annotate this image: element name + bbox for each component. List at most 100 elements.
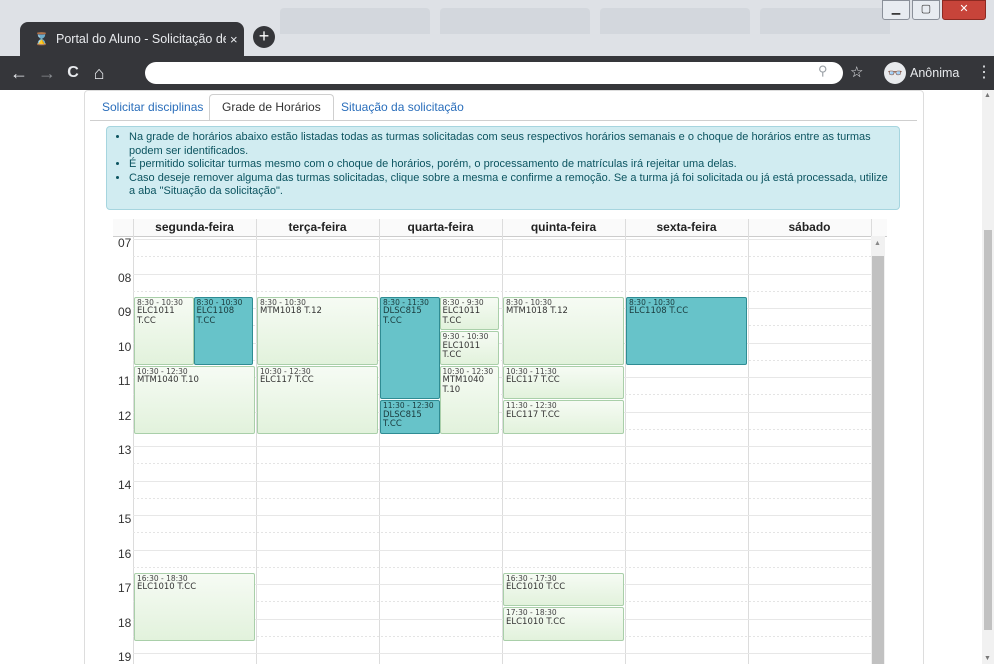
half-hour-line: [133, 290, 871, 292]
event-course: DLSC815 T.CC: [383, 306, 422, 326]
incognito-label[interactable]: Anônima: [910, 66, 959, 80]
schedule-event[interactable]: 11:30 - 12:30 ELC117 T.CC: [503, 400, 624, 434]
half-hour-line: [133, 256, 871, 258]
minimize-button[interactable]: ▁: [882, 0, 910, 20]
hour-label: 11: [118, 374, 131, 388]
event-course: ELC1108 T.CC: [196, 306, 235, 326]
half-hour-line: [133, 497, 871, 499]
half-hour-line: [133, 463, 871, 465]
schedule-event[interactable]: 10:30 - 12:30 MTM1040 T.10: [439, 365, 499, 434]
schedule-event[interactable]: 10:30 - 11:30 ELC117 T.CC: [503, 365, 624, 400]
hour-label: 14: [118, 477, 132, 492]
hour-line: [133, 653, 871, 654]
hour-label: 09: [118, 305, 132, 319]
grid-column-divider: [379, 219, 380, 664]
schedule-event[interactable]: 8:30 - 9:30 ELC1011 T.CC: [439, 296, 499, 331]
hour-label: 10: [118, 339, 132, 354]
event-course: ELC117 T.CC: [506, 375, 560, 386]
close-tab-icon[interactable]: ×: [230, 32, 238, 47]
hour-label: 16: [118, 546, 132, 561]
hour-label: 08: [118, 270, 132, 285]
schedule-event[interactable]: 8:30 - 10:30 ELC1108 T.CC: [193, 296, 253, 365]
background-tab[interactable]: [280, 8, 430, 34]
scroll-down-icon[interactable]: ▼: [984, 655, 991, 662]
schedule-event[interactable]: 17:30 - 18:30 ELC1010 T.CC: [503, 607, 624, 641]
schedule-event[interactable]: 8:30 - 10:30 MTM1018 T.12: [503, 296, 624, 365]
schedule-event[interactable]: 8:30 - 11:30 DLSC815 T.CC: [380, 296, 440, 400]
info-item: Na grade de horários abaixo estão listad…: [129, 131, 889, 158]
home-icon[interactable]: ⌂: [88, 62, 110, 84]
grid-scrollbar[interactable]: ▲: [871, 236, 885, 664]
reload-icon[interactable]: C: [62, 62, 84, 84]
hour-label: 18: [118, 615, 132, 630]
back-arrow-icon[interactable]: ←: [8, 62, 30, 84]
forward-arrow-icon[interactable]: →: [36, 62, 58, 84]
event-course: ELC1011 T.CC: [442, 306, 481, 326]
hour-label: 13: [118, 443, 132, 457]
schedule-event[interactable]: 8:30 - 10:30 MTM1018 T.12: [257, 296, 378, 365]
half-hour-line: [133, 532, 871, 534]
hour-label: 12: [118, 408, 132, 423]
maximize-button[interactable]: ▢: [912, 0, 940, 20]
bookmark-star-icon[interactable]: ☆: [850, 63, 863, 81]
schedule-event[interactable]: 9:30 - 10:30 ELC1011 T.CC: [439, 331, 499, 365]
day-header: sexta-feira: [656, 220, 717, 234]
tab-divider: [90, 120, 917, 121]
search-icon[interactable]: ⚲: [818, 63, 828, 79]
schedule-event[interactable]: 11:30 - 12:30 DLSC815 T.CC: [380, 400, 440, 434]
new-tab-button[interactable]: +: [253, 26, 275, 48]
schedule-event[interactable]: 10:30 - 12:30 MTM1040 T.10: [134, 365, 255, 434]
event-course: DLSC815 T.CC: [383, 409, 422, 430]
close-window-button[interactable]: ✕: [942, 0, 986, 20]
scrollbar-thumb[interactable]: [872, 256, 884, 664]
scrollbar-thumb[interactable]: [984, 230, 992, 630]
event-course: MTM1040 T.10: [137, 375, 199, 386]
scroll-up-icon[interactable]: ▲: [984, 92, 991, 99]
event-course: ELC1108 T.CC: [629, 306, 689, 317]
event-course: ELC1010 T.CC: [506, 616, 566, 627]
browser-menu-icon[interactable]: ⋮: [976, 62, 992, 82]
hour-line: [133, 549, 871, 551]
tab-solicitar-disciplinas[interactable]: Solicitar disciplinas: [102, 95, 203, 120]
day-header: segunda-feira: [155, 220, 234, 234]
event-course: ELC1011 T.CC: [442, 340, 481, 361]
tab-title: Portal do Aluno - Solicitação de: [56, 32, 226, 46]
day-header: quinta-feira: [530, 220, 597, 234]
background-tab[interactable]: [440, 8, 590, 34]
hour-label: 15: [118, 512, 132, 526]
day-header: terça-feira: [288, 220, 347, 234]
schedule-event[interactable]: 16:30 - 18:30 ELC1010 T.CC: [134, 572, 255, 641]
schedule-event[interactable]: 16:30 - 17:30 ELC1010 T.CC: [503, 572, 624, 607]
window-controls: ▁ ▢ ✕: [882, 0, 986, 20]
hour-label: 17: [118, 581, 132, 595]
event-course: ELC117 T.CC: [260, 375, 314, 386]
browser-tab-strip: ⌛ Portal do Aluno - Solicitação de × + ▁…: [0, 0, 994, 56]
scroll-up-icon[interactable]: ▲: [874, 240, 881, 247]
hour-line: [133, 273, 871, 275]
half-hour-line: [133, 566, 871, 568]
grid-column-divider: [625, 219, 626, 664]
page-scrollbar[interactable]: ▲ ▼: [982, 90, 994, 664]
schedule-event[interactable]: 10:30 - 12:30 ELC117 T.CC: [257, 365, 378, 434]
schedule-grid: segunda-feira terça-feira quarta-feira quin…: [113, 219, 887, 664]
background-tab[interactable]: [760, 8, 890, 34]
event-course: ELC1010 T.CC: [137, 582, 197, 593]
page-viewport: Solicitar disciplinas Grade de Horários …: [0, 90, 994, 664]
hour-line: [133, 446, 871, 447]
active-browser-tab[interactable]: ⌛ Portal do Aluno - Solicitação de ×: [20, 22, 244, 56]
schedule-event[interactable]: 8:30 - 10:30 ELC1011 T.CC: [134, 296, 194, 365]
grid-column-divider: [748, 219, 749, 664]
hour-line: [133, 239, 871, 240]
tab-situacao-da-solicitacao[interactable]: Situação da solicitação: [341, 95, 464, 120]
incognito-icon[interactable]: 👓: [884, 62, 906, 84]
address-bar[interactable]: [145, 62, 843, 84]
background-tab[interactable]: [600, 8, 750, 34]
info-item: É permitido solicitar turmas mesmo com o…: [129, 158, 889, 172]
tab-grade-de-horarios[interactable]: Grade de Horários: [209, 94, 334, 121]
hour-label: 07: [118, 236, 132, 250]
event-course: MTM1018 T.12: [260, 306, 322, 317]
day-header: quarta-feira: [407, 220, 474, 234]
schedule-event[interactable]: 8:30 - 10:30 ELC1108 T.CC: [626, 296, 747, 365]
site-favicon-icon: ⌛: [34, 32, 49, 46]
hour-line: [133, 480, 871, 482]
